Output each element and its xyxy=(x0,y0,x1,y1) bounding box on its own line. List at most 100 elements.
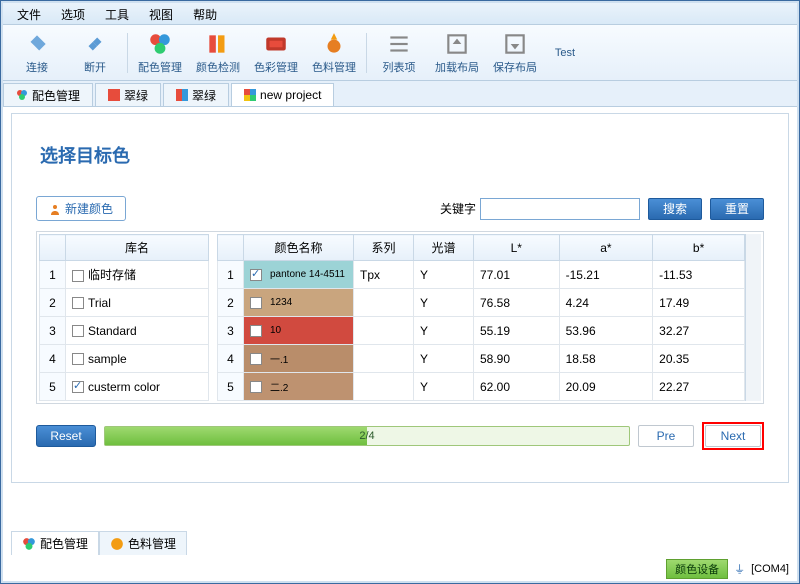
bottom-tab-pigment-mgmt[interactable]: 色料管理 xyxy=(99,531,187,555)
color-mgmt-button[interactable]: 配色管理 xyxy=(132,27,188,79)
color-chip-icon xyxy=(244,89,256,101)
person-icon xyxy=(49,203,61,215)
color-row[interactable]: 2 1234 Y 76.58 4.24 17.49 xyxy=(218,289,745,317)
color-row[interactable]: 1 pantone 14-4511 Tpx Y 77.01 -15.21 -11… xyxy=(218,261,745,289)
row-index: 1 xyxy=(40,261,66,289)
disconnect-button[interactable]: 断开 xyxy=(67,27,123,79)
disconnect-icon xyxy=(82,31,108,57)
tab-cuilv-1[interactable]: 翠绿 xyxy=(95,83,161,106)
col-a: a* xyxy=(559,235,653,261)
spectrum-cell: Y xyxy=(414,317,474,345)
b-cell: 32.27 xyxy=(653,317,745,345)
checkbox[interactable] xyxy=(72,325,84,337)
row-index: 4 xyxy=(218,345,244,373)
progress-fill xyxy=(105,427,367,445)
lib-row[interactable]: 3 Standard xyxy=(40,317,209,345)
color-table: 颜色名称 系列 光谱 L* a* b* 1 pantone 14-4511 Tp… xyxy=(217,234,761,401)
lib-row[interactable]: 1 临时存储 xyxy=(40,261,209,289)
lib-row[interactable]: 5 custerm color xyxy=(40,373,209,401)
checkbox[interactable] xyxy=(72,270,84,282)
progress-text: 2/4 xyxy=(359,430,374,442)
tab-new-project[interactable]: new project xyxy=(231,83,334,106)
lib-name: sample xyxy=(88,352,127,366)
bottom-tab-color-mgmt[interactable]: 配色管理 xyxy=(11,531,99,555)
page-title: 选择目标色 xyxy=(40,142,764,168)
color-name: pantone 14-4511 xyxy=(270,269,345,280)
color-admin-icon xyxy=(263,31,289,57)
color-row[interactable]: 5 二.2 Y 62.00 20.09 22.27 xyxy=(218,373,745,401)
checkbox[interactable] xyxy=(72,297,84,309)
col-spectrum: 光谱 xyxy=(414,235,474,261)
scrollbar[interactable] xyxy=(745,234,761,401)
col-L: L* xyxy=(474,235,560,261)
search-button[interactable]: 搜索 xyxy=(648,198,702,220)
load-layout-button[interactable]: 加载布局 xyxy=(429,27,485,79)
menu-help[interactable]: 帮助 xyxy=(183,3,227,24)
row-index: 5 xyxy=(218,373,244,401)
col-name: 颜色名称 xyxy=(244,235,354,261)
connect-button[interactable]: 连接 xyxy=(9,27,65,79)
series-cell xyxy=(354,373,414,401)
pre-button[interactable]: Pre xyxy=(638,425,694,447)
tab-bar: 配色管理 翠绿 翠绿 new project xyxy=(3,81,797,107)
checkbox[interactable] xyxy=(72,381,84,393)
pigment-mgmt-button[interactable]: 色料管理 xyxy=(306,27,362,79)
pigment-icon xyxy=(321,31,347,57)
row-index: 2 xyxy=(40,289,66,317)
checkbox[interactable] xyxy=(250,297,262,309)
spectrum-cell: Y xyxy=(414,261,474,289)
series-cell xyxy=(354,345,414,373)
color-admin-button[interactable]: 色彩管理 xyxy=(248,27,304,79)
keyword-input[interactable] xyxy=(480,198,640,220)
lib-header: 库名 xyxy=(66,235,209,261)
new-color-button[interactable]: 新建颜色 xyxy=(36,196,126,221)
list-icon xyxy=(386,31,412,57)
tab-cuilv-2[interactable]: 翠绿 xyxy=(163,83,229,106)
a-cell: 18.58 xyxy=(559,345,653,373)
reset-search-button[interactable]: 重置 xyxy=(710,198,764,220)
library-table: 库名 1 临时存储2 Trial3 Standard4 sample5 cust… xyxy=(39,234,209,401)
L-cell: 77.01 xyxy=(474,261,560,289)
lib-name: custerm color xyxy=(88,380,160,394)
series-cell: Tpx xyxy=(354,261,414,289)
b-cell: -11.53 xyxy=(653,261,745,289)
color-chip-icon xyxy=(176,89,188,101)
reset-wizard-button[interactable]: Reset xyxy=(36,425,96,447)
save-layout-button[interactable]: 保存布局 xyxy=(487,27,543,79)
b-cell: 17.49 xyxy=(653,289,745,317)
test-button[interactable]: Test xyxy=(545,27,585,79)
save-icon xyxy=(502,31,528,57)
color-row[interactable]: 4 一.1 Y 58.90 18.58 20.35 xyxy=(218,345,745,373)
checkbox[interactable] xyxy=(72,353,84,365)
b-cell: 22.27 xyxy=(653,373,745,401)
spectrum-cell: Y xyxy=(414,373,474,401)
menu-file[interactable]: 文件 xyxy=(7,3,51,24)
lib-name: 临时存储 xyxy=(88,268,136,282)
color-row[interactable]: 3 10 Y 55.19 53.96 32.27 xyxy=(218,317,745,345)
lib-row[interactable]: 2 Trial xyxy=(40,289,209,317)
L-cell: 76.58 xyxy=(474,289,560,317)
menu-options[interactable]: 选项 xyxy=(51,3,95,24)
tab-color-mgmt[interactable]: 配色管理 xyxy=(3,83,93,106)
list-items-button[interactable]: 列表项 xyxy=(371,27,427,79)
next-button[interactable]: Next xyxy=(705,425,761,447)
load-icon xyxy=(444,31,470,57)
L-cell: 62.00 xyxy=(474,373,560,401)
a-cell: -15.21 xyxy=(559,261,653,289)
palette-icon xyxy=(16,89,28,101)
color-detect-button[interactable]: 颜色检测 xyxy=(190,27,246,79)
checkbox[interactable] xyxy=(250,381,262,393)
menu-view[interactable]: 视图 xyxy=(139,3,183,24)
lib-row[interactable]: 4 sample xyxy=(40,345,209,373)
checkbox[interactable] xyxy=(250,353,262,365)
menu-tools[interactable]: 工具 xyxy=(95,3,139,24)
row-index: 3 xyxy=(40,317,66,345)
checkbox[interactable] xyxy=(250,269,262,281)
spectrum-cell: Y xyxy=(414,289,474,317)
device-button[interactable]: 颜色设备 xyxy=(666,559,728,579)
checkbox[interactable] xyxy=(250,325,262,337)
col-b: b* xyxy=(653,235,745,261)
row-index: 3 xyxy=(218,317,244,345)
a-cell: 4.24 xyxy=(559,289,653,317)
status-bar: 颜色设备 ⏚ [COM4] xyxy=(666,559,789,579)
